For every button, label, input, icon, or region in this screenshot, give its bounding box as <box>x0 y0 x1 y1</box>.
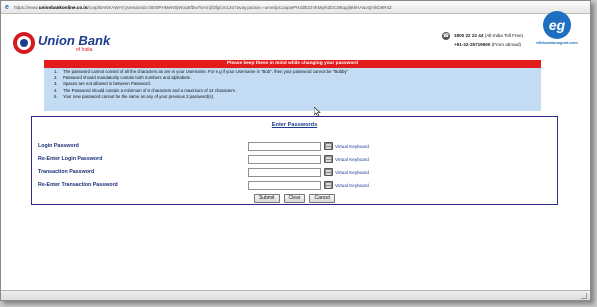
transaction-password-label: Transaction Password <box>38 169 95 175</box>
login-password-input[interactable] <box>248 142 321 151</box>
virtual-keyboard-link[interactable]: Virtual Keyboard <box>335 144 369 149</box>
virtual-keyboard-link[interactable]: Virtual Keyboard <box>335 157 369 162</box>
virtual-keyboard-link[interactable]: Virtual Keyboard <box>335 170 369 175</box>
abroad-number: +91-22-25719600 <box>454 42 491 47</box>
union-bank-logo: Union Bank of India <box>13 32 110 54</box>
login-password-label: Login Password <box>38 143 79 149</box>
enter-passwords-form: Enter Passwords Login Password Virtual K… <box>31 116 558 205</box>
cancel-button[interactable]: Cancel <box>309 194 336 203</box>
password-rules-notice: Please keep these in mind while changing… <box>44 60 541 111</box>
form-buttons: Submit Clear Cancel <box>32 194 557 203</box>
union-bank-emblem-icon <box>13 32 35 54</box>
address-bar[interactable]: e https://www.unionbankonline.co.in/corp… <box>1 1 590 14</box>
phone-icon: ☎ <box>442 32 450 40</box>
watermark-logo: eg eEducationsgnet.com <box>528 11 586 51</box>
keyboard-icon[interactable] <box>324 142 333 150</box>
reenter-login-password-label: Re-Enter Login Password <box>38 156 103 162</box>
browser-window: e https://www.unionbankonline.co.in/corp… <box>0 0 591 301</box>
notice-heading: Please keep these in mind while changing… <box>44 60 541 68</box>
tollfree-note: (All-India Toll Free) <box>484 33 524 38</box>
keyboard-icon[interactable] <box>324 181 333 189</box>
watermark-text: eEducationsgnet.com <box>536 40 578 45</box>
virtual-keyboard-link[interactable]: Virtual Keyboard <box>335 183 369 188</box>
browser-icon: e <box>5 3 9 11</box>
reenter-transaction-password-input[interactable] <box>248 181 321 190</box>
url-text[interactable]: https://www.unionbankonline.co.in/corp/B… <box>14 5 534 10</box>
transaction-password-input[interactable] <box>248 168 321 177</box>
login-password-row: Login Password Virtual Keyboard <box>38 142 550 152</box>
clear-button[interactable]: Clear <box>283 194 306 203</box>
transaction-password-row: Transaction Password Virtual Keyboard <box>38 168 550 178</box>
reenter-transaction-password-row: Re-Enter Transaction Password Virtual Ke… <box>38 181 550 191</box>
notice-item: 5. Your new password cannot be the same a… <box>54 93 215 99</box>
watermark-emblem-icon: eg <box>543 11 571 39</box>
contact-numbers: ☎ 1800 22 22 44 (All-India Toll Free) +9… <box>442 31 523 49</box>
keyboard-icon[interactable] <box>324 155 333 163</box>
form-title: Enter Passwords <box>271 122 318 128</box>
status-bar <box>1 290 590 300</box>
tollfree-number: 1800 22 22 44 <box>454 33 484 38</box>
reenter-transaction-password-label: Re-Enter Transaction Password <box>38 182 118 188</box>
reenter-login-password-row: Re-Enter Login Password Virtual Keyboard <box>38 155 550 165</box>
keyboard-icon[interactable] <box>324 168 333 176</box>
resize-grip-icon[interactable] <box>581 293 587 299</box>
reenter-login-password-input[interactable] <box>248 155 321 164</box>
brand-name: Union Bank <box>38 32 111 48</box>
abroad-note: (From abroad) <box>491 42 522 47</box>
submit-button[interactable]: Submit <box>253 194 280 203</box>
notice-list: 1. The password cannot consist of all the… <box>44 68 541 100</box>
